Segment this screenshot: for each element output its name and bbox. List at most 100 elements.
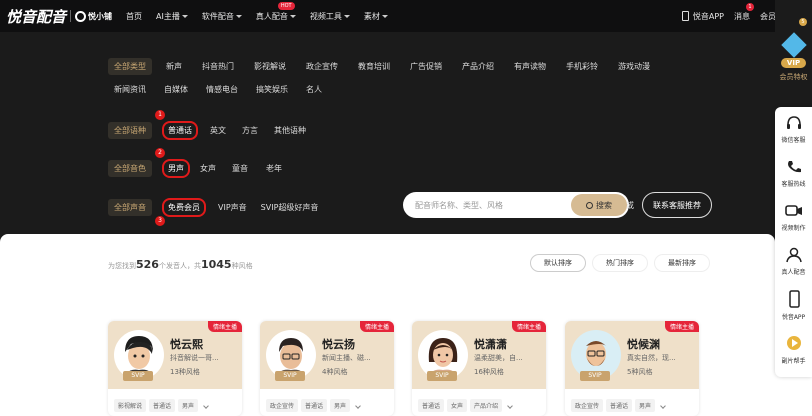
member-link[interactable]: 会员 <box>760 11 776 22</box>
filter-language[interactable]: 英文 <box>210 125 226 136</box>
sub-brand-name: 悦小铺 <box>88 11 113 21</box>
top-nav: 悦音配音 悦小铺 首页 AI主播 软件配音 真人配音 HOT 视频工具 素材 悦音… <box>0 0 812 32</box>
filter-type[interactable]: 教育培训 <box>358 61 390 72</box>
filter-type[interactable]: 影视解说 <box>254 61 286 72</box>
chevron-down-icon[interactable] <box>507 402 513 409</box>
voice-card[interactable]: 情绪主播 SVIP 悦云扬 新闻主播、磁... 4种风格 政企宣传 普通话 男声 <box>260 321 394 416</box>
quick-link-video[interactable]: 视频制作 <box>775 195 812 239</box>
sort-new-button[interactable]: 最新排序 <box>654 254 710 272</box>
result-count: 526 <box>136 258 159 271</box>
contact-service-button[interactable]: 联系客服推荐 <box>642 192 712 218</box>
search-button[interactable]: 搜索 <box>571 194 627 216</box>
nav-human-dubbing[interactable]: 真人配音 HOT <box>256 1 296 22</box>
voice-filter-row: 全部音色 男声 女声 童音 老年 <box>108 159 282 178</box>
card-badge: 情绪主播 <box>664 321 699 332</box>
search-icon <box>586 201 593 209</box>
filter-type[interactable]: 新闻资讯 <box>114 84 146 95</box>
hot-badge: HOT <box>277 1 295 10</box>
filter-all-types[interactable]: 全部类型 <box>108 58 152 75</box>
language-filter-row: 全部语种 普通话 英文 方言 其他语种 <box>108 121 306 140</box>
filter-tier-free[interactable]: 免费会员 <box>162 198 206 217</box>
filter-type[interactable]: 手机彩铃 <box>566 61 598 72</box>
chevron-down-icon[interactable] <box>203 402 209 409</box>
filter-language[interactable]: 方言 <box>242 125 258 136</box>
filter-all-tiers[interactable]: 全部声音 <box>108 199 152 216</box>
quick-link-label: 副片帮手 <box>781 357 806 365</box>
type-filter-row-2: 新闻资讯 自媒体 情感电台 搞笑娱乐 名人 <box>114 84 322 95</box>
voice-card[interactable]: 情绪主播 SVIP 悦候渊 真实自然，现... 5种风格 政企宣传 普通话 男声 <box>565 321 699 416</box>
card-tag: 男声 <box>330 399 351 412</box>
quick-link-label: 微信客服 <box>781 136 806 144</box>
filter-voice[interactable]: 老年 <box>266 163 282 174</box>
filter-language[interactable]: 其他语种 <box>274 125 306 136</box>
person-icon <box>785 247 802 262</box>
sort-hot-button[interactable]: 热门排序 <box>592 254 648 272</box>
nav-ai-anchor[interactable]: AI主播 <box>156 11 188 22</box>
chevron-down-icon[interactable] <box>355 402 361 409</box>
chevron-down-icon[interactable] <box>660 402 666 409</box>
card-tag: 普通话 <box>606 399 633 412</box>
filter-type[interactable]: 有声读物 <box>514 61 546 72</box>
filter-type[interactable]: 抖音热门 <box>202 61 234 72</box>
filter-type[interactable]: 政企宣传 <box>306 61 338 72</box>
filter-tier[interactable]: SVIP超级好声音 <box>261 202 319 213</box>
filter-type[interactable]: 自媒体 <box>164 84 188 95</box>
filter-tier[interactable]: VIP声音 <box>218 202 247 213</box>
result-style-count: 1045 <box>200 258 232 271</box>
vip-badge: VIP <box>780 58 807 68</box>
card-tag: 政企宣传 <box>571 399 604 412</box>
quick-link-human[interactable]: 真人配音 <box>775 239 812 283</box>
app-link-label: 悦音APP <box>692 11 724 21</box>
filter-type[interactable]: 搞笑娱乐 <box>256 84 288 95</box>
card-tag: 普通话 <box>301 399 328 412</box>
search-button-label: 搜索 <box>596 200 612 210</box>
filter-voice-male[interactable]: 男声 <box>162 159 190 178</box>
voice-card[interactable]: 情绪主播 SVIP 悦云熙 抖音解说一哥... 13种风格 影视解说 普通话 男… <box>108 321 242 416</box>
logo[interactable]: 悦音配音 悦小铺 <box>6 6 112 27</box>
quick-link-hotline[interactable]: 客服热线 <box>775 151 812 195</box>
voice-card[interactable]: 情绪主播 SVIP 悦潇潇 温柔甜美，自... 16种风格 普通话 女声 产品介… <box>412 321 546 416</box>
card-tag: 男声 <box>178 399 199 412</box>
filter-type[interactable]: 情感电台 <box>206 84 238 95</box>
filter-type[interactable]: 广告促销 <box>410 61 442 72</box>
sub-brand-logo-icon <box>75 10 87 22</box>
filter-type[interactable]: 游戏动漫 <box>618 61 650 72</box>
nav-materials-label: 素材 <box>363 11 380 21</box>
card-style-count: 4种风格 <box>322 368 348 376</box>
filter-all-languages[interactable]: 全部语种 <box>108 122 152 139</box>
card-badge: 情绪主播 <box>511 321 546 332</box>
nav-video-tools[interactable]: 视频工具 <box>310 11 350 22</box>
filter-voice[interactable]: 女声 <box>200 163 216 174</box>
sort-default-button[interactable]: 默认排序 <box>530 254 586 272</box>
nav-materials[interactable]: 素材 <box>364 11 388 22</box>
search-input[interactable] <box>415 200 575 210</box>
nav-video-tools-label: 视频工具 <box>309 11 342 21</box>
card-style-count: 13种风格 <box>170 368 200 376</box>
chevron-down-icon <box>235 14 242 18</box>
vip-promo[interactable]: VIP 会员特权 <box>775 14 812 99</box>
nav-software-dubbing[interactable]: 软件配音 <box>202 11 242 22</box>
nav-ai-anchor-label: AI主播 <box>156 11 180 21</box>
app-link[interactable]: 悦音APP <box>681 11 724 22</box>
card-name: 悦候渊 <box>627 338 660 351</box>
messages-label: 消息 <box>734 11 750 21</box>
quick-link-label: 真人配音 <box>781 268 806 276</box>
filter-voice[interactable]: 童音 <box>232 163 248 174</box>
mobile-icon <box>788 289 800 308</box>
filter-language-mandarin[interactable]: 普通话 <box>162 121 198 140</box>
quick-link-label: 悦音APP <box>781 313 806 321</box>
diamond-icon <box>780 32 807 58</box>
filter-all-voices[interactable]: 全部音色 <box>108 160 152 177</box>
quick-link-film[interactable]: 副片帮手 <box>775 327 812 371</box>
nav-home[interactable]: 首页 <box>126 11 142 22</box>
filter-type[interactable]: 名人 <box>306 84 322 95</box>
brand-name: 悦音配音 <box>6 7 67 26</box>
card-name: 悦潇潇 <box>474 338 507 351</box>
sub-brand: 悦小铺 <box>75 10 113 22</box>
messages-link[interactable]: 消息 1 <box>734 2 754 22</box>
filter-type[interactable]: 产品介绍 <box>462 61 494 72</box>
filter-type[interactable]: 新声 <box>166 61 182 72</box>
chevron-down-icon <box>381 14 388 18</box>
quick-link-wechat[interactable]: 微信客服 <box>775 107 812 151</box>
quick-link-app[interactable]: 悦音APP <box>775 283 812 327</box>
